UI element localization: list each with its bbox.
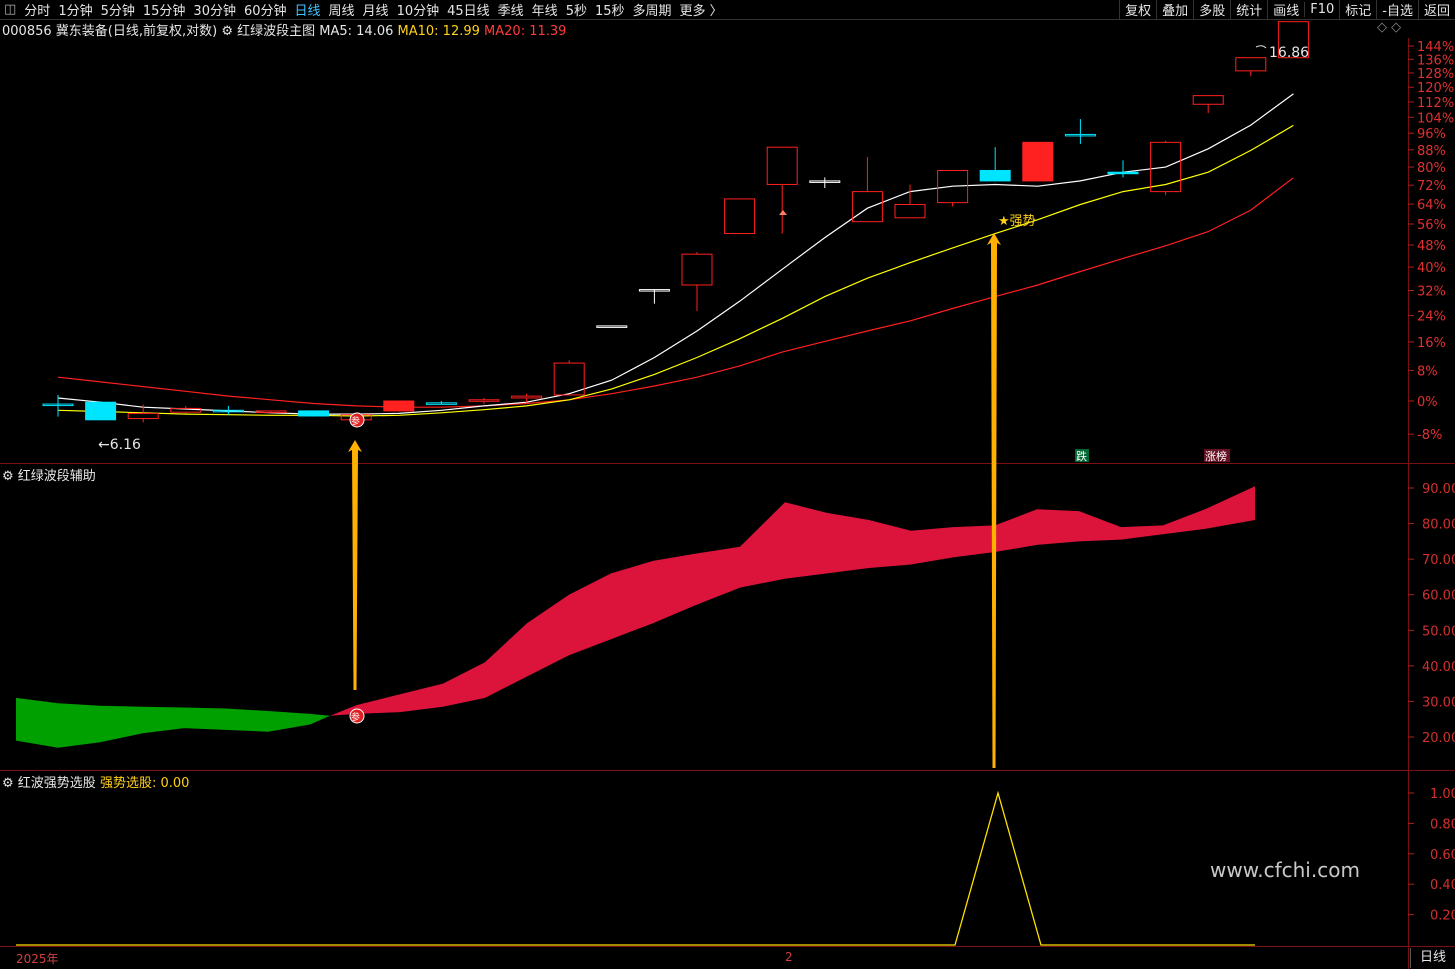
candle-body xyxy=(894,203,926,219)
die-text: 跌 xyxy=(1076,449,1087,463)
candle-body xyxy=(979,169,1011,182)
percent-axis: 144%136%128%120%112%104%96%88%80%72%64%5… xyxy=(1408,40,1454,443)
sel-label: 0.60 xyxy=(1430,848,1455,863)
period-button[interactable]: 日线 xyxy=(1410,948,1455,968)
pct-label: 64% xyxy=(1417,198,1446,213)
candles xyxy=(42,21,1309,423)
aux-label: 60.00 xyxy=(1422,589,1455,604)
aux-marker-text: 参 xyxy=(351,711,360,723)
candle-body xyxy=(383,400,415,412)
pct-label: 56% xyxy=(1417,218,1446,233)
sel-label: 1.00 xyxy=(1430,787,1455,802)
low-label: ←6.16 xyxy=(98,437,141,453)
strong-select-line xyxy=(16,790,1255,946)
candle-body xyxy=(1192,95,1224,105)
high-label: 16.86 xyxy=(1269,45,1309,61)
pct-label: 88% xyxy=(1417,144,1446,159)
month-label: 2 xyxy=(785,950,793,964)
sel-axis: 1.00 0.80 0.60 0.40 0.20 xyxy=(1408,787,1455,924)
candle-body xyxy=(127,412,159,420)
candle-body xyxy=(511,395,543,399)
aux-label: 20.00 xyxy=(1422,731,1455,746)
pct-label: 120% xyxy=(1417,81,1454,96)
candle-body xyxy=(1235,57,1267,72)
year-label: 2025年 xyxy=(16,952,59,966)
aux-label: 90.00 xyxy=(1422,482,1455,497)
pct-label: 16% xyxy=(1417,336,1446,351)
zhangting-text: 涨榜 xyxy=(1205,449,1227,463)
ma10-line xyxy=(57,124,1294,417)
candle-body xyxy=(766,146,798,185)
candle-body xyxy=(85,401,117,421)
candle-body xyxy=(851,191,883,223)
aux-label: 80.00 xyxy=(1422,518,1455,533)
pct-label: 48% xyxy=(1417,239,1446,254)
sel-label: 0.40 xyxy=(1430,878,1455,893)
selection-line xyxy=(16,790,1255,946)
signal-arrow-2 xyxy=(987,233,1001,768)
signal-arrow-1 xyxy=(348,440,362,690)
candle-body xyxy=(681,253,713,286)
ma20-line xyxy=(57,177,1294,408)
sel-label: 0.20 xyxy=(1430,909,1455,924)
signal-marker-text: 参 xyxy=(351,415,360,427)
watermark: www.cfchi.com xyxy=(1210,858,1360,882)
aux-label: 30.00 xyxy=(1422,695,1455,710)
wave-band xyxy=(16,486,1255,748)
pct-label: 128% xyxy=(1417,67,1454,82)
pct-label: 32% xyxy=(1417,285,1446,300)
pct-label: 8% xyxy=(1417,364,1438,379)
aux-axis: 90.00 80.00 70.00 60.00 50.00 40.00 30.00 20.00 xyxy=(1408,482,1455,746)
pct-label: 0% xyxy=(1417,395,1438,410)
pct-label: 96% xyxy=(1417,127,1446,142)
band-red xyxy=(330,486,1255,716)
aux-label: 70.00 xyxy=(1422,553,1455,568)
pct-label: -8% xyxy=(1417,428,1442,443)
ma-lines xyxy=(57,93,1294,417)
pct-label: 80% xyxy=(1417,161,1446,176)
pct-label: 104% xyxy=(1417,111,1454,126)
high-pointer-icon xyxy=(1255,45,1267,49)
band-green xyxy=(16,697,330,748)
candle-body xyxy=(298,410,330,417)
sel-label: 0.80 xyxy=(1430,817,1455,832)
pct-label: 40% xyxy=(1417,261,1446,276)
candle-body xyxy=(468,399,500,402)
candle-body xyxy=(1022,141,1054,182)
chart-canvas[interactable]: 144%136%128%120%112%104%96%88%80%72%64%5… xyxy=(0,0,1455,969)
candle-body xyxy=(1107,171,1139,175)
candle-body xyxy=(724,198,756,235)
small-up-arrow-icon xyxy=(779,210,787,215)
pct-label: 24% xyxy=(1417,309,1446,324)
candle-body xyxy=(596,325,628,328)
pct-label: 72% xyxy=(1417,179,1446,194)
strong-label: ★强势 xyxy=(998,213,1036,229)
pct-label: 112% xyxy=(1417,96,1454,111)
aux-label: 40.00 xyxy=(1422,660,1455,675)
aux-label: 50.00 xyxy=(1422,624,1455,639)
